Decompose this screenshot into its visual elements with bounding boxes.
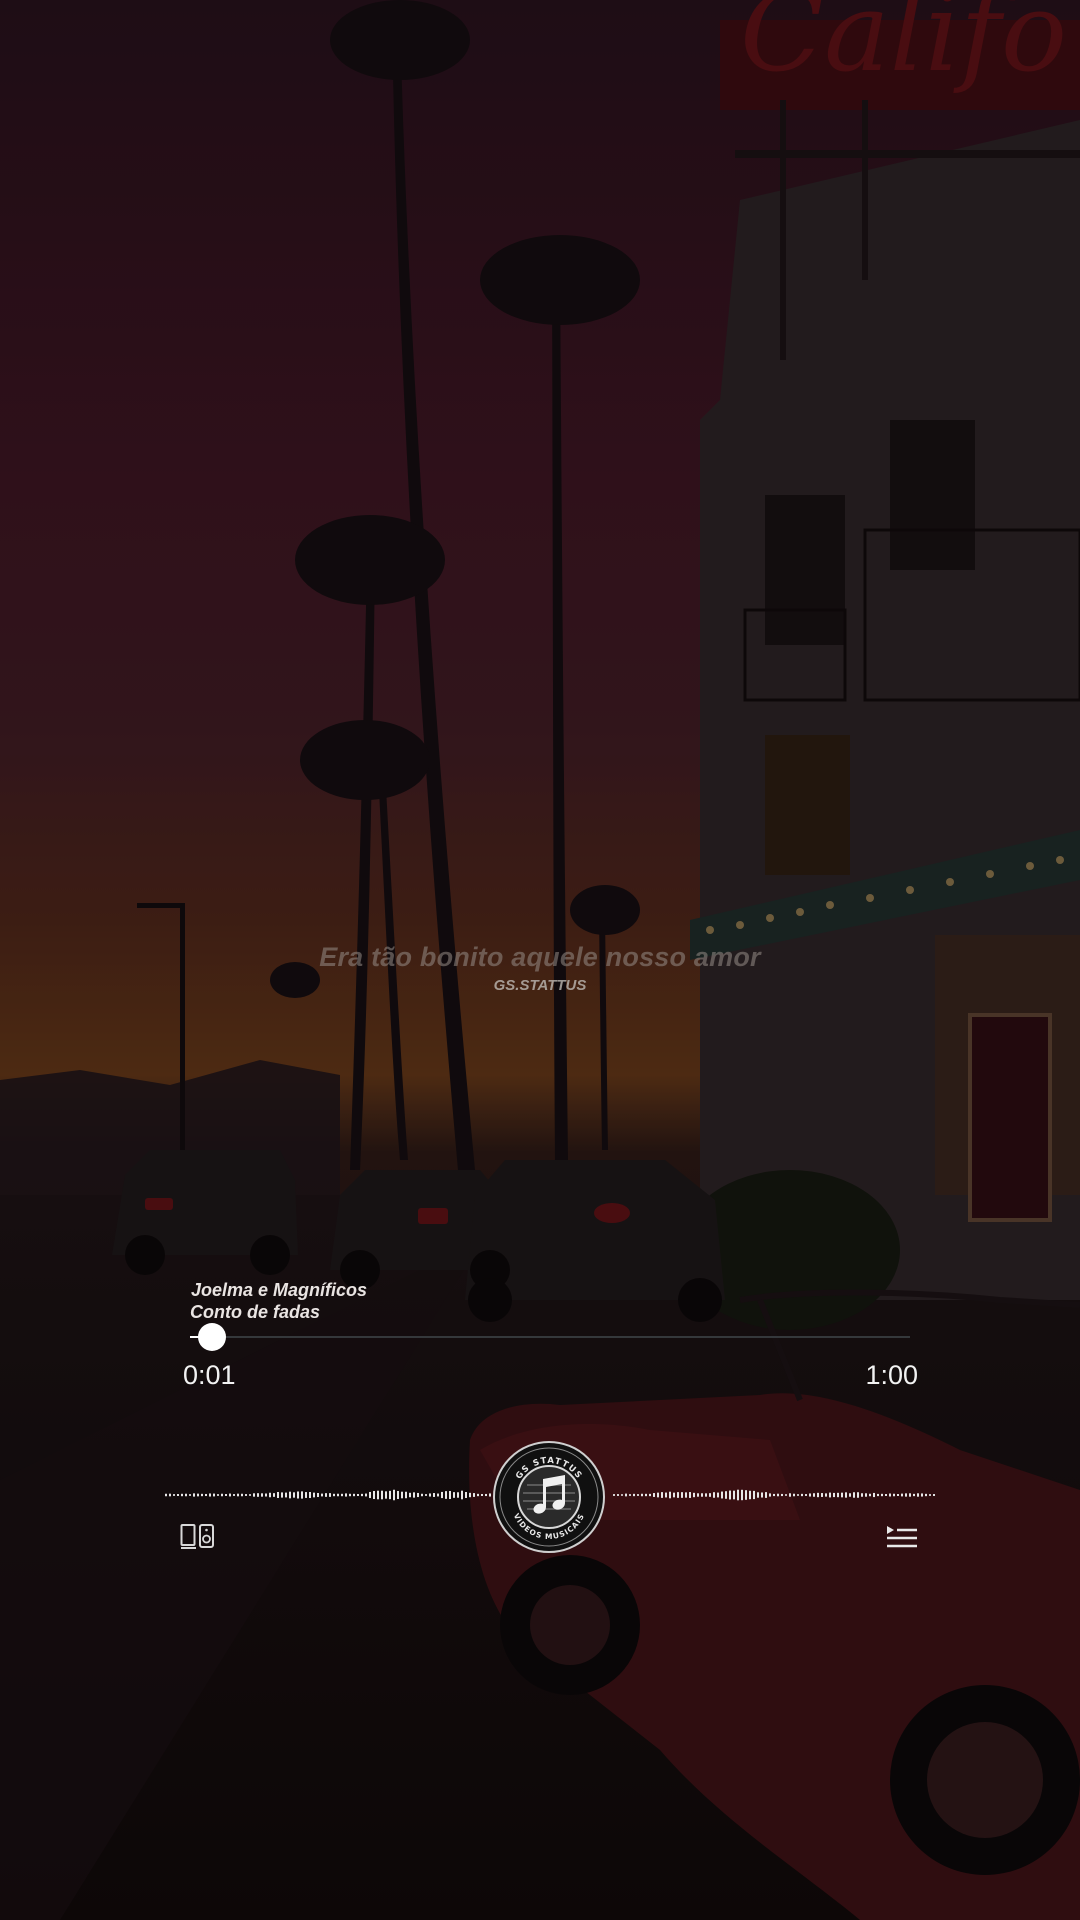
player-screen: Califo Era tão bonito aquele nosso amor … xyxy=(0,0,1080,1920)
channel-watermark: GS.STATTUS xyxy=(493,977,587,994)
channel-logo-disc[interactable]: GS STATTUS VIDEOS MUSICAIS xyxy=(493,1441,605,1553)
song-title: Conto de fadas xyxy=(190,1302,321,1322)
duration-time: 1:00 xyxy=(865,1360,918,1390)
progress-thumb[interactable] xyxy=(198,1323,226,1351)
cast-to-speaker-icon[interactable] xyxy=(180,1522,216,1552)
playlist-icon[interactable] xyxy=(886,1524,918,1550)
progress-track[interactable] xyxy=(190,1336,910,1338)
artist-name: Joelma e Magníficos xyxy=(191,1280,368,1300)
current-time: 0:01 xyxy=(183,1360,236,1390)
lyric-line: Era tão bonito aquele nosso amor xyxy=(319,942,761,972)
